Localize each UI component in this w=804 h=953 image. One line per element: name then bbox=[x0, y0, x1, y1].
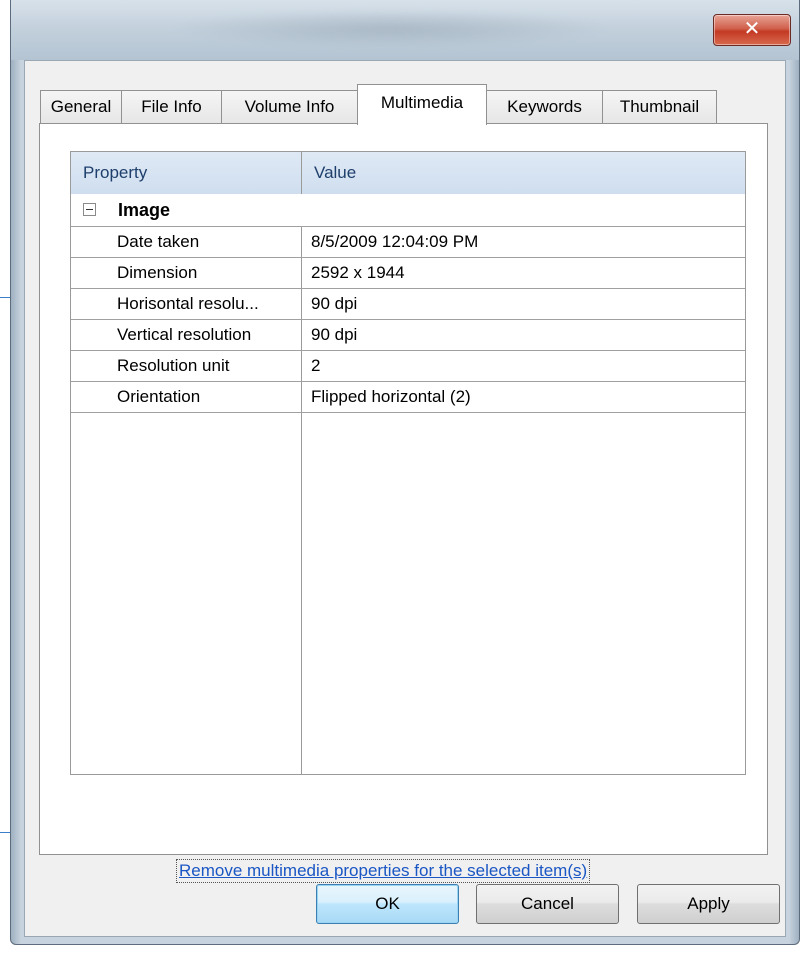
tab-volume-info[interactable]: Volume Info bbox=[221, 90, 358, 124]
column-header-value[interactable]: Value bbox=[302, 152, 356, 194]
table-row[interactable]: Resolution unit 2 bbox=[71, 351, 745, 382]
cancel-button[interactable]: Cancel bbox=[476, 884, 619, 924]
tab-thumbnail[interactable]: Thumbnail bbox=[602, 90, 717, 124]
table-row[interactable]: Vertical resolution 90 dpi bbox=[71, 320, 745, 351]
table-row[interactable]: Horisontal resolu... 90 dpi bbox=[71, 289, 745, 320]
property-name: Orientation bbox=[117, 387, 201, 406]
tab-multimedia[interactable]: Multimedia bbox=[357, 84, 487, 125]
tab-file-info[interactable]: File Info bbox=[121, 90, 222, 124]
column-header-property[interactable]: Property bbox=[71, 152, 301, 194]
tab-general[interactable]: General bbox=[40, 90, 122, 124]
group-row-image[interactable]: Image bbox=[71, 194, 745, 227]
property-value: 90 dpi bbox=[311, 294, 358, 313]
property-value: 90 dpi bbox=[311, 325, 358, 344]
table-row[interactable]: Dimension 2592 x 1944 bbox=[71, 258, 745, 289]
property-value: Flipped horizontal (2) bbox=[311, 387, 471, 406]
grid-header: Property Value bbox=[71, 152, 745, 195]
property-name: Date taken bbox=[117, 232, 200, 251]
properties-dialog: ✕ General File Info Volume Info Multimed… bbox=[10, 0, 800, 945]
property-name: Horisontal resolu... bbox=[117, 294, 259, 313]
remove-multimedia-properties-link[interactable]: Remove multimedia properties for the sel… bbox=[175, 859, 591, 883]
property-value: 2592 x 1944 bbox=[311, 263, 405, 282]
group-label: Image bbox=[118, 200, 171, 220]
table-row[interactable]: Date taken 8/5/2009 12:04:09 PM bbox=[71, 227, 745, 258]
properties-grid[interactable]: Property Value Image Date taken 8/5/2009… bbox=[70, 151, 746, 775]
close-icon: ✕ bbox=[743, 18, 761, 40]
title-bar[interactable]: ✕ bbox=[11, 0, 799, 60]
property-value: 2 bbox=[311, 356, 321, 375]
property-name: Vertical resolution bbox=[117, 325, 252, 344]
collapse-minus-icon[interactable] bbox=[83, 203, 96, 216]
close-button[interactable]: ✕ bbox=[713, 14, 791, 46]
dialog-client-area: General File Info Volume Info Multimedia… bbox=[24, 60, 786, 937]
tab-keywords[interactable]: Keywords bbox=[486, 90, 603, 124]
multimedia-tab-panel: Property Value Image Date taken 8/5/2009… bbox=[39, 123, 768, 883]
ok-button[interactable]: OK bbox=[316, 884, 459, 924]
table-row[interactable]: Orientation Flipped horizontal (2) bbox=[71, 382, 745, 413]
property-name: Dimension bbox=[117, 263, 198, 282]
property-name: Resolution unit bbox=[117, 356, 230, 375]
apply-button[interactable]: Apply bbox=[637, 884, 780, 924]
blurred-title bbox=[171, 10, 611, 48]
property-value: 8/5/2009 12:04:09 PM bbox=[311, 232, 479, 251]
